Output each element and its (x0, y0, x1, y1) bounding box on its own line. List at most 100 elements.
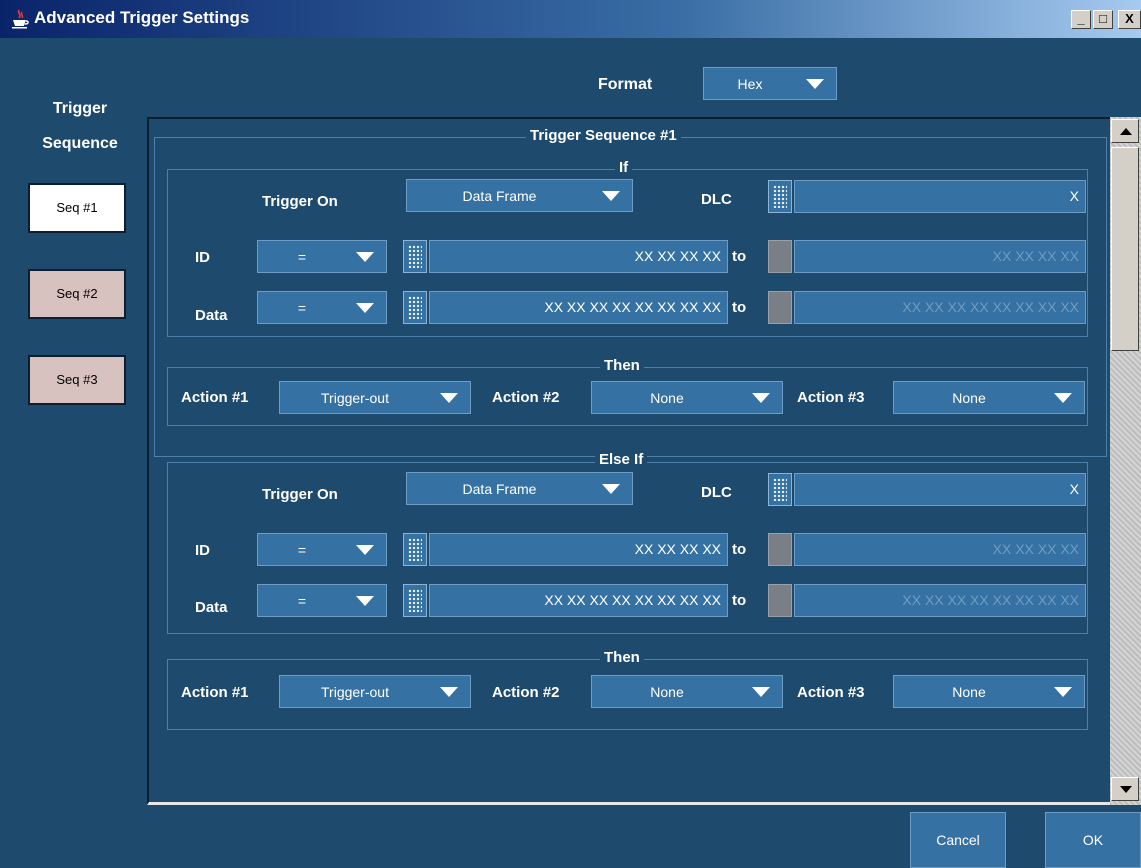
scroll-up-button[interactable] (1111, 119, 1139, 143)
arrow-down-icon (1120, 786, 1132, 793)
seq-2-button[interactable]: Seq #2 (28, 269, 126, 319)
if-legend: If (615, 159, 633, 176)
trigger-on-value: Data Frame (462, 187, 537, 204)
trigger-on-label: Trigger On (262, 193, 338, 210)
id-to-field: XX XX XX XX (794, 240, 1086, 273)
elseif-id-to-field: XX XX XX XX (794, 533, 1086, 566)
data-to-grip-icon (768, 291, 792, 324)
data-to-label: to (732, 299, 747, 316)
chevron-down-icon (1054, 687, 1072, 697)
chevron-down-icon (356, 596, 374, 606)
dlc-label: DLC (701, 191, 732, 208)
elseif-action-2-dropdown[interactable]: None (591, 675, 783, 708)
chevron-down-icon (806, 79, 824, 89)
then-legend-2: Then (600, 649, 644, 666)
elseif-data-operator-value: = (297, 592, 307, 609)
elseif-data-from-field[interactable]: XX XX XX XX XX XX XX XX (429, 584, 728, 617)
elseif-action-1-value: Trigger-out (321, 683, 389, 700)
elseif-action-3-value: None (952, 683, 986, 700)
data-operator-dropdown[interactable]: = (257, 291, 387, 324)
elseif-action-2-value: None (650, 683, 684, 700)
dlc-field[interactable]: X (794, 180, 1086, 213)
scrollbar-thumb[interactable] (1111, 147, 1139, 351)
dlc-grip-icon[interactable] (768, 180, 792, 213)
close-button[interactable]: X (1118, 10, 1141, 29)
elseif-data-to-label: to (732, 592, 747, 609)
trigger-on-dropdown[interactable]: Data Frame (406, 179, 633, 212)
elseif-data-label: Data (195, 599, 228, 616)
java-cup-icon (12, 9, 29, 29)
data-from-grip-icon[interactable] (403, 291, 427, 324)
data-from-field[interactable]: XX XX XX XX XX XX XX XX (429, 291, 728, 324)
sidebar-title-line1: Trigger (52, 100, 108, 117)
chevron-down-icon (356, 252, 374, 262)
minimize-button[interactable]: _ (1071, 10, 1091, 29)
sidebar-title-line2: Sequence (42, 135, 118, 152)
chevron-down-icon (602, 191, 620, 201)
elseif-dlc-field[interactable]: X (794, 473, 1086, 506)
trigger-sequence-title: Trigger Sequence #1 (526, 127, 681, 144)
action-3-dropdown[interactable]: None (893, 381, 1085, 414)
elseif-action-1-label: Action #1 (181, 684, 249, 701)
id-to-label: to (732, 248, 747, 265)
action-1-label: Action #1 (181, 389, 249, 406)
chevron-down-icon (752, 393, 770, 403)
elseif-data-operator-dropdown[interactable]: = (257, 584, 387, 617)
chevron-down-icon (440, 393, 458, 403)
format-value: Hex (737, 75, 763, 92)
elseif-trigger-on-value: Data Frame (462, 480, 537, 497)
action-3-value: None (952, 389, 986, 406)
format-dropdown[interactable]: Hex (703, 67, 837, 100)
elseif-data-to-field: XX XX XX XX XX XX XX XX (794, 584, 1086, 617)
id-to-grip-icon (768, 240, 792, 273)
elseif-id-operator-value: = (297, 541, 307, 558)
elseif-trigger-on-label: Trigger On (262, 486, 338, 503)
elseif-dlc-grip-icon[interactable] (768, 473, 792, 506)
maximize-button[interactable]: □ (1093, 10, 1113, 29)
seq-1-button[interactable]: Seq #1 (28, 183, 126, 233)
elseif-action-1-dropdown[interactable]: Trigger-out (279, 675, 471, 708)
elseif-trigger-on-dropdown[interactable]: Data Frame (406, 472, 633, 505)
id-from-field[interactable]: XX XX XX XX (429, 240, 728, 273)
elseif-id-to-label: to (732, 541, 747, 558)
chevron-down-icon (440, 687, 458, 697)
elseif-action-3-dropdown[interactable]: None (893, 675, 1085, 708)
id-operator-dropdown[interactable]: = (257, 240, 387, 273)
action-1-value: Trigger-out (321, 389, 389, 406)
arrow-up-icon (1120, 128, 1132, 135)
chevron-down-icon (356, 545, 374, 555)
action-2-label: Action #2 (492, 389, 560, 406)
action-2-dropdown[interactable]: None (591, 381, 783, 414)
elseif-data-to-grip-icon (768, 584, 792, 617)
else-if-legend: Else If (595, 451, 648, 468)
scroll-down-button[interactable] (1111, 777, 1139, 801)
elseif-action-3-label: Action #3 (797, 684, 865, 701)
elseif-data-from-grip-icon[interactable] (403, 584, 427, 617)
chevron-down-icon (356, 303, 374, 313)
chevron-down-icon (1054, 393, 1072, 403)
id-label: ID (195, 249, 210, 266)
trigger-sequence-panel: Trigger Sequence #1 If Trigger On Data F… (147, 117, 1127, 805)
chevron-down-icon (602, 484, 620, 494)
elseif-id-from-field[interactable]: XX XX XX XX (429, 533, 728, 566)
data-operator-value: = (297, 299, 307, 316)
elseif-id-label: ID (195, 542, 210, 559)
elseif-id-operator-dropdown[interactable]: = (257, 533, 387, 566)
elseif-action-2-label: Action #2 (492, 684, 560, 701)
elseif-id-to-grip-icon (768, 533, 792, 566)
window-title: Advanced Trigger Settings (34, 8, 250, 27)
id-from-grip-icon[interactable] (403, 240, 427, 273)
title-bar: Advanced Trigger Settings _ □ X (0, 0, 1141, 38)
then-legend: Then (600, 357, 644, 374)
elseif-id-from-grip-icon[interactable] (403, 533, 427, 566)
vertical-scrollbar[interactable] (1110, 117, 1141, 805)
action-1-dropdown[interactable]: Trigger-out (279, 381, 471, 414)
seq-3-button[interactable]: Seq #3 (28, 355, 126, 405)
action-2-value: None (650, 389, 684, 406)
chevron-down-icon (752, 687, 770, 697)
format-label: Format (598, 76, 653, 93)
elseif-dlc-label: DLC (701, 484, 732, 501)
id-operator-value: = (297, 248, 307, 265)
cancel-button[interactable]: Cancel (910, 812, 1006, 868)
ok-button[interactable]: OK (1045, 812, 1141, 868)
